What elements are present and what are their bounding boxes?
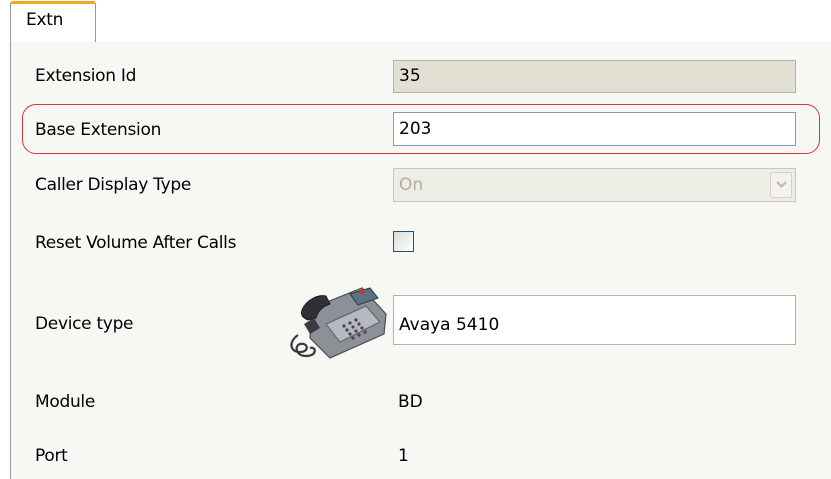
reset-volume-checkbox[interactable] [393, 231, 414, 252]
caller-display-type-label: Caller Display Type [35, 175, 191, 195]
extension-panel [10, 41, 831, 479]
base-extension-input[interactable]: 203 [393, 112, 796, 146]
caller-display-type-select[interactable]: On [393, 168, 796, 202]
tab-extn[interactable]: Extn [10, 1, 96, 42]
extension-id-field: 35 [393, 60, 796, 93]
device-type-field: Avaya 5410 [393, 295, 796, 345]
desk-phone-icon [284, 280, 392, 364]
extension-settings-window: Extn Extension Id 35 Base Extension 203 … [0, 0, 831, 479]
caller-display-type-value: On [399, 175, 424, 195]
base-extension-label: Base Extension [35, 120, 162, 140]
reset-volume-label: Reset Volume After Calls [35, 233, 237, 253]
chevron-down-icon[interactable] [770, 172, 792, 198]
port-value: 1 [398, 446, 409, 466]
port-label: Port [35, 446, 68, 466]
tab-extn-label: Extn [26, 10, 64, 30]
device-type-label: Device type [35, 314, 134, 334]
module-value: BD [398, 392, 423, 412]
extension-id-label: Extension Id [35, 66, 137, 86]
module-label: Module [35, 392, 96, 412]
